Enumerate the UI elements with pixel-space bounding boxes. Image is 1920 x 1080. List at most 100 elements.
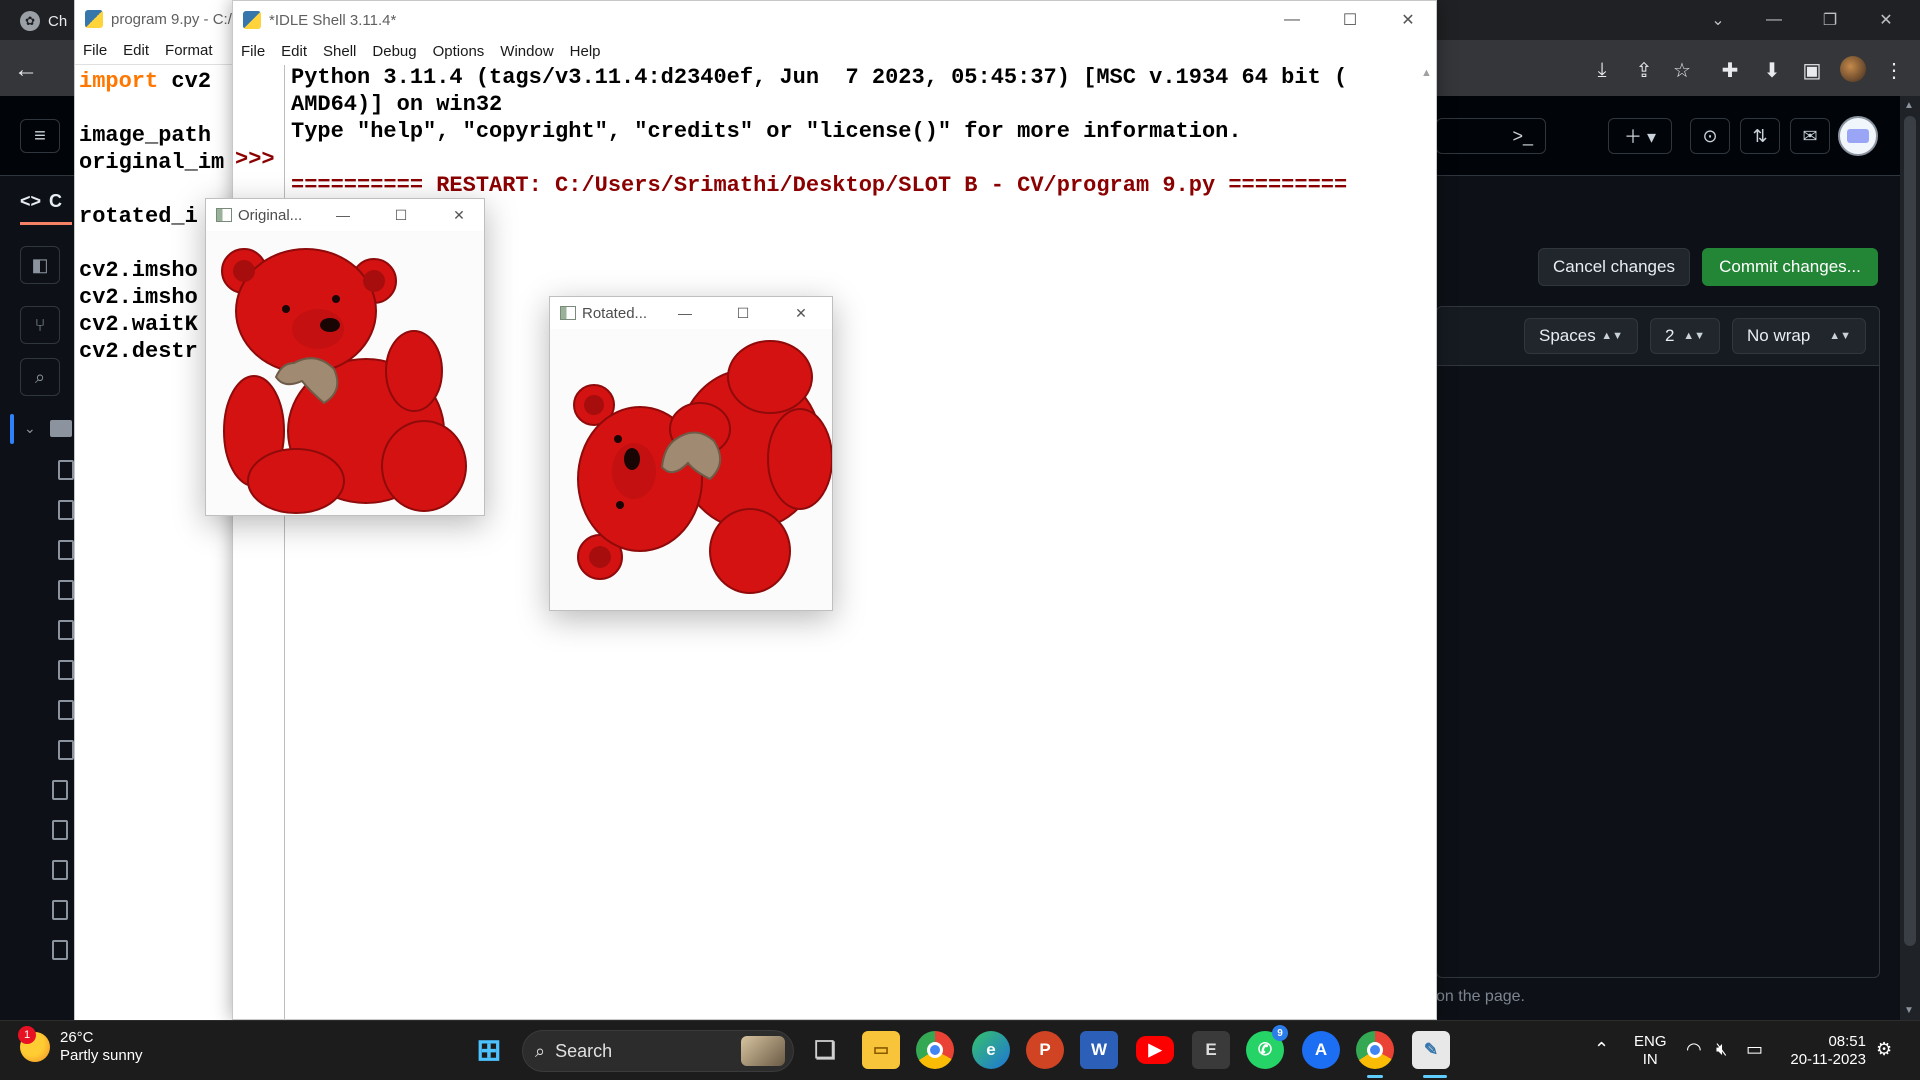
file-icon[interactable] <box>52 860 68 880</box>
browser-profile-avatar[interactable] <box>1840 56 1866 82</box>
tab-code[interactable]: <> C <box>20 176 62 226</box>
rotated-minimize-button[interactable]: — <box>656 297 714 329</box>
file-icon[interactable] <box>58 580 74 600</box>
inbox-icon[interactable]: ✉ <box>1790 118 1830 154</box>
browser-restore-button[interactable]: ❐ <box>1802 0 1858 40</box>
github-code-editor[interactable] <box>1436 306 1880 978</box>
battery-icon[interactable]: ▭ <box>1746 1039 1763 1060</box>
word-icon[interactable]: W <box>1080 1031 1118 1069</box>
browser-tab[interactable]: ✿ Ch <box>20 6 80 36</box>
file-icon[interactable] <box>52 780 68 800</box>
rotated-window-title: Rotated... <box>582 304 648 322</box>
file-icon[interactable] <box>58 740 74 760</box>
file-icon[interactable] <box>58 700 74 720</box>
python-icon <box>243 11 261 29</box>
file-icon[interactable] <box>52 900 68 920</box>
file-icon[interactable] <box>58 660 74 680</box>
wifi-icon[interactable]: ◠ <box>1686 1039 1702 1060</box>
original-maximize-button[interactable]: ☐ <box>372 199 430 231</box>
original-minimize-button[interactable]: — <box>314 199 372 231</box>
cancel-changes-button[interactable]: Cancel changes <box>1538 248 1690 286</box>
app-store-icon[interactable]: A <box>1302 1031 1340 1069</box>
scroll-up-icon[interactable]: ▲ <box>1904 100 1914 111</box>
menu-edit[interactable]: Edit <box>273 43 315 60</box>
side-panel-icon[interactable]: ▣ <box>1798 56 1826 84</box>
menu-edit[interactable]: Edit <box>115 42 157 59</box>
tab-search-icon[interactable]: ⌄ <box>1690 0 1746 40</box>
tray-overflow-icon[interactable]: ⌃ <box>1594 1039 1609 1060</box>
clock[interactable]: 08:51 20-11-2023 <box>1786 1033 1866 1069</box>
menu-window[interactable]: Window <box>492 43 561 60</box>
youtube-icon[interactable]: ▶ <box>1136 1036 1174 1064</box>
scroll-down-icon[interactable]: ▼ <box>1904 1005 1914 1016</box>
shell-menubar: File Edit Shell Debug Options Window Hel… <box>233 39 1436 63</box>
notifications-icon[interactable]: ⚙ <box>1876 1039 1892 1060</box>
rotated-maximize-button[interactable]: ☐ <box>714 297 772 329</box>
shell-minimize-button[interactable]: — <box>1263 1 1321 39</box>
branch-icon[interactable]: ⑂ <box>20 306 60 344</box>
share-icon[interactable]: ⇪ <box>1630 56 1658 84</box>
chrome-profile-icon[interactable] <box>1356 1031 1394 1069</box>
powerpoint-icon[interactable]: P <box>1026 1031 1064 1069</box>
windows-start-icon[interactable]: ⊞ <box>470 1031 508 1069</box>
file-icon[interactable] <box>58 500 74 520</box>
indent-mode-select[interactable]: Spaces ▲▼ <box>1524 318 1638 354</box>
shell-scrollbar[interactable]: ▲ <box>1418 65 1436 1019</box>
edge-icon[interactable]: e <box>972 1031 1010 1069</box>
rotated-close-button[interactable]: ✕ <box>772 297 830 329</box>
chrome-icon[interactable] <box>916 1031 954 1069</box>
file-icon[interactable] <box>58 540 74 560</box>
collapse-sidebar-icon[interactable]: ◧ <box>20 246 60 284</box>
scroll-up-icon[interactable]: ▲ <box>1421 67 1432 79</box>
github-avatar[interactable] <box>1838 116 1878 156</box>
browser-minimize-button[interactable]: — <box>1746 0 1802 40</box>
taskbar-search[interactable]: ⌕ Search <box>522 1030 794 1072</box>
command-palette-button[interactable]: >_ <box>1436 118 1546 154</box>
downloads-icon[interactable]: ⬇ <box>1758 56 1786 84</box>
wrap-mode-select[interactable]: No wrap ▲▼ <box>1732 318 1866 354</box>
file-search-icon[interactable]: ⌕ <box>20 358 60 396</box>
file-icon[interactable] <box>52 820 68 840</box>
original-close-button[interactable]: ✕ <box>430 199 488 231</box>
indent-size-select[interactable]: 2 ▲▼ <box>1650 318 1720 354</box>
shell-maximize-button[interactable]: ☐ <box>1321 1 1379 39</box>
menu-format[interactable]: Format <box>157 42 221 59</box>
shell-output-line: Type "help", "copyright", "credits" or "… <box>291 119 1242 144</box>
browser-scrollbar[interactable]: ▲ ▼ <box>1900 96 1920 1020</box>
extensions-icon[interactable]: ✚ <box>1716 56 1744 84</box>
whatsapp-icon[interactable]: ✆ 9 <box>1246 1025 1288 1069</box>
browser-close-button[interactable]: ✕ <box>1858 0 1914 40</box>
back-arrow-icon[interactable]: ← <box>14 56 38 84</box>
browser-menu-icon[interactable]: ⋮ <box>1880 56 1908 84</box>
commit-changes-button[interactable]: Commit changes... <box>1702 248 1878 286</box>
idle-python-icon[interactable]: ✎ <box>1412 1031 1450 1069</box>
language-indicator[interactable]: ENG IN <box>1634 1033 1667 1069</box>
menu-file[interactable]: File <box>233 43 273 60</box>
menu-help[interactable]: Help <box>562 43 609 60</box>
file-icon[interactable] <box>58 460 74 480</box>
editor-titlebar[interactable]: program 9.py - C:/U <box>75 0 254 38</box>
issues-icon[interactable]: ⊙ <box>1690 118 1730 154</box>
volume-muted-icon[interactable]: 🔇︎ <box>1716 1039 1727 1060</box>
menu-debug[interactable]: Debug <box>364 43 424 60</box>
install-app-icon[interactable]: ⤓ <box>1588 56 1616 84</box>
menu-file[interactable]: File <box>75 42 115 59</box>
shell-close-button[interactable]: ✕ <box>1379 1 1437 39</box>
file-explorer-icon[interactable]: ▭ <box>862 1031 900 1069</box>
file-icon[interactable] <box>58 620 74 640</box>
task-view-icon[interactable]: ❏ <box>806 1031 844 1069</box>
scrollbar-thumb[interactable] <box>1904 116 1916 946</box>
menu-options[interactable]: Options <box>425 43 493 60</box>
menu-shell[interactable]: Shell <box>315 43 364 60</box>
file-icon[interactable] <box>52 940 68 960</box>
shell-titlebar[interactable]: *IDLE Shell 3.11.4* <box>233 1 1436 39</box>
folder-icon[interactable] <box>50 420 72 437</box>
weather-widget[interactable]: 1 26°C Partly sunny <box>18 1026 143 1065</box>
code-text: cv2.imsho <box>79 285 198 310</box>
hamburger-menu-icon[interactable]: ≡ <box>20 119 60 153</box>
app-e-icon[interactable]: E <box>1192 1031 1230 1069</box>
pull-requests-icon[interactable]: ⇅ <box>1740 118 1780 154</box>
bookmark-star-icon[interactable]: ☆ <box>1668 56 1696 84</box>
chevron-down-icon[interactable]: ⌄ <box>24 420 36 437</box>
create-new-button[interactable]: ＋ ▾ <box>1608 118 1672 154</box>
